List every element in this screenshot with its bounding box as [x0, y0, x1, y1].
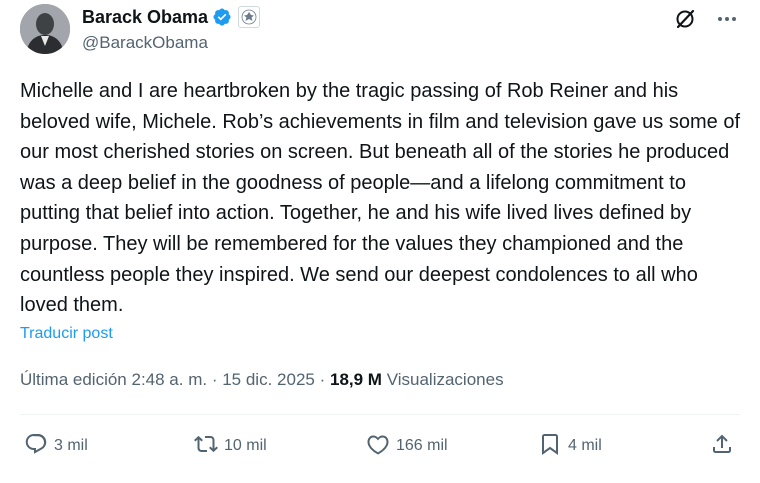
edited-label[interactable]: Última edición 2:48 a. m.: [20, 370, 207, 389]
bookmark-button[interactable]: 4 mil: [538, 428, 602, 464]
like-icon: [366, 432, 390, 461]
bookmark-icon: [538, 432, 562, 461]
reply-count: 3 mil: [54, 437, 88, 454]
tweet-card: Barack Obama @BarackObama Michelle and I…: [0, 0, 760, 483]
like-count: 166 mil: [396, 437, 448, 454]
repost-count: 10 mil: [224, 437, 267, 454]
divider: [20, 414, 740, 415]
grok-icon[interactable]: [672, 6, 698, 32]
more-icon[interactable]: [714, 6, 740, 32]
reply-button[interactable]: 3 mil: [24, 428, 88, 464]
views-count: 18,9 M: [329, 370, 382, 389]
separator: ·: [211, 370, 223, 389]
share-button[interactable]: [710, 428, 734, 464]
government-seal-icon: [238, 6, 261, 28]
tweet-metadata: Última edición 2:48 a. m. · 15 dic. 2025…: [20, 370, 504, 390]
author-handle[interactable]: @BarackObama: [82, 33, 208, 53]
separator: ·: [319, 370, 330, 389]
avatar[interactable]: [20, 4, 70, 54]
repost-button[interactable]: 10 mil: [194, 428, 267, 464]
translate-link[interactable]: Traducir post: [20, 325, 113, 343]
action-bar: 3 mil 10 mil 166 mil 4 mil: [20, 428, 740, 464]
author-name[interactable]: Barack Obama: [82, 7, 208, 28]
repost-icon: [194, 432, 218, 461]
like-button[interactable]: 166 mil: [366, 428, 448, 464]
author-name-row: Barack Obama: [82, 6, 261, 28]
verified-badge-icon: [212, 7, 232, 27]
share-icon: [710, 432, 734, 461]
views-label: Visualizaciones: [386, 370, 504, 389]
bookmark-count: 4 mil: [568, 437, 602, 454]
reply-icon: [24, 432, 48, 461]
tweet-text: Michelle and I are heartbroken by the tr…: [20, 80, 740, 317]
top-actions: [672, 6, 740, 32]
tweet-date[interactable]: 15 dic. 2025: [222, 370, 315, 389]
